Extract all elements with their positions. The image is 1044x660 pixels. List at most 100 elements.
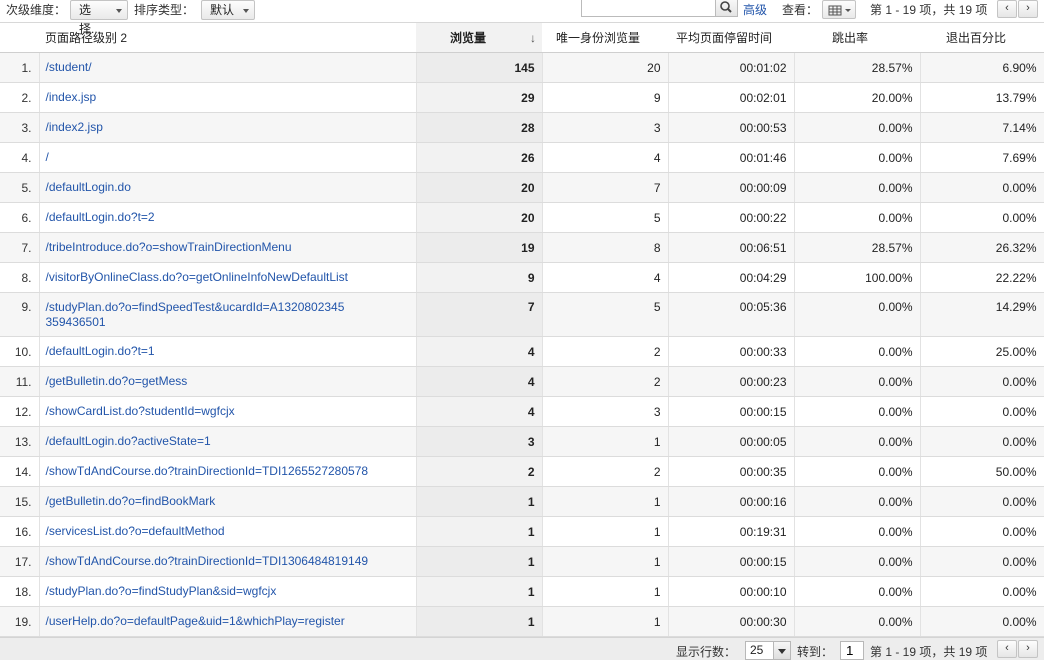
next-page-button[interactable]: › [1018,0,1038,18]
page-path-link[interactable]: /showTdAndCourse.do?trainDirectionId=TDI… [46,464,369,478]
row-path: /index.jsp [39,82,417,113]
header-unique-views[interactable]: 唯一身份浏览量 [542,23,668,53]
row-avg-time: 00:00:33 [668,336,795,367]
row-exit-percent: 50.00% [920,456,1044,487]
row-path: /defaultLogin.do?t=2 [39,202,417,233]
footer-prev-page-button[interactable]: ‹ [997,640,1017,658]
sort-type-value: 默认 [210,3,235,17]
table-row: 16./servicesList.do?o=defaultMethod 1 1 00:… [0,516,1044,547]
row-bounce-rate: 0.00% [794,172,921,203]
row-index: 9. [0,292,40,337]
table-row: 4. / 26 4 00:01:46 0.00% 7.69% [0,142,1044,173]
row-unique-views: 3 [542,396,669,427]
search-button[interactable] [716,0,738,17]
row-unique-views: 5 [542,292,669,337]
page-path-link[interactable]: /getBulletin.do?o=getMess [46,374,188,388]
table-header-row: 页面路径级别 2 浏览量 ↓ 唯一身份浏览量 平均页面停留时间 跳出率 退出百分… [0,23,1044,53]
page-path-link[interactable]: /studyPlan.do?o=findSpeedTest&ucardId=A1… [46,300,346,330]
row-index: 12. [0,396,40,427]
chevron-right-icon: › [1026,2,1030,14]
table-row: 10. /defaultLogin.do?t=1 4 2 00:00:33 0.00% 25… [0,336,1044,367]
row-unique-views: 1 [542,516,669,547]
row-bounce-rate: 0.00% [794,456,921,487]
row-bounce-rate: 0.00% [794,576,921,607]
row-exit-percent: 0.00% [920,366,1044,397]
prev-page-button[interactable]: ‹ [997,0,1017,18]
row-bounce-rate: 20.00% [794,82,921,113]
advanced-filter-link[interactable]: 高级 [743,1,767,18]
row-avg-time: 00:00:30 [668,606,795,637]
header-views[interactable]: 浏览量 ↓ [416,23,542,53]
row-bounce-rate: 0.00% [794,366,921,397]
search-icon [720,1,732,13]
table-row: 3. /index2.jsp 28 3 00:00:53 0.00% 7.14% [0,112,1044,143]
row-unique-views: 5 [542,202,669,233]
table-footer: 显示行数： 25 转到： 第 1 - 19 项，共 19 项 ‹ › [0,637,1044,660]
row-views: 7 [416,292,543,337]
row-avg-time: 00:00:10 [668,576,795,607]
row-path: /defaultLogin.do [39,172,417,203]
row-unique-views: 3 [542,112,669,143]
row-index: 7. [0,232,40,263]
row-views: 19 [416,232,543,263]
sort-type-select[interactable]: 默认 [201,0,255,20]
row-exit-percent: 14.29% [920,292,1044,337]
page-path-link[interactable]: /index.jsp [46,90,97,104]
header-index [0,23,39,53]
row-bounce-rate: 0.00% [794,546,921,577]
row-unique-views: 1 [542,576,669,607]
page-path-link[interactable]: /visitorByOnlineClass.do?o=getOnlineInfo… [46,270,349,284]
secondary-dimension-select[interactable]: 选择... [70,0,128,36]
row-index: 10. [0,336,40,367]
row-avg-time: 00:00:05 [668,426,795,457]
header-exit-percent[interactable]: 退出百分比 [920,23,1044,53]
row-path: /getBulletin.do?o=getMess [39,366,417,397]
row-index: 14. [0,456,40,487]
table-row: 1. /student/145 20 00:01:02 28.57% 6.90% [0,52,1044,83]
table-row: 15./getBulletin.do?o=findBookMark 1 1 00:00… [0,486,1044,517]
row-avg-time: 00:00:22 [668,202,795,233]
row-avg-time: 00:00:16 [668,486,795,517]
row-views: 26 [416,142,543,173]
page-path-link[interactable]: /defaultLogin.do?t=1 [46,344,155,358]
page-path-link[interactable]: /student/ [46,60,92,74]
page-path-link[interactable]: /showTdAndCourse.do?trainDirectionId=TDI… [46,554,369,568]
page-path-link[interactable]: /tribeIntroduce.do?o=showTrainDirectionM… [46,240,292,254]
header-avg-time[interactable]: 平均页面停留时间 [668,23,794,53]
header-bounce-rate[interactable]: 跳出率 [794,23,920,53]
row-path: /studyPlan.do?o=findSpeedTest&ucardId=A1… [39,292,417,337]
row-views: 1 [416,516,543,547]
pager-text: 第 1 - 19 项，共 19 项 [870,3,988,17]
page-path-link[interactable]: /defaultLogin.do?t=2 [46,210,155,224]
row-unique-views: 1 [542,486,669,517]
goto-page-input[interactable] [840,641,864,660]
table-row: 2. /index.jsp 29 9 00:02:01 20.00% 13.79% [0,82,1044,113]
page-path-link[interactable]: /defaultLogin.do [46,180,131,194]
page-path-link[interactable]: /defaultLogin.do?activeState=1 [46,434,211,448]
page-path-link[interactable]: /showCardList.do?studentId=wgfcjx [46,404,235,418]
row-path: /tribeIntroduce.do?o=showTrainDirectionM… [39,232,417,263]
row-views: 4 [416,366,543,397]
row-bounce-rate: 0.00% [794,336,921,367]
table-view-icon [828,5,851,16]
page-path-link[interactable]: /getBulletin.do?o=findBookMark [46,494,216,508]
page-path-link[interactable]: /userHelp.do?o=defaultPage&uid=1&whichPl… [46,614,345,628]
view-label: 查看： [782,3,819,17]
footer-next-page-button[interactable]: › [1018,640,1038,658]
page-path-link[interactable]: / [46,150,49,164]
row-exit-percent: 0.00% [920,172,1044,203]
page-path-link[interactable]: /servicesList.do?o=defaultMethod [46,524,225,538]
row-unique-views: 1 [542,546,669,577]
page-path-link[interactable]: /studyPlan.do?o=findStudyPlan&sid=wgfcjx [46,584,277,598]
view-select[interactable] [822,0,856,19]
row-avg-time: 00:19:31 [668,516,795,547]
header-views-label: 浏览量 [450,31,487,45]
row-bounce-rate: 0.00% [794,606,921,637]
table-row: 14. /showTdAndCourse.do?trainDirectionId=… [0,456,1044,487]
row-unique-views: 2 [542,366,669,397]
search-input[interactable] [581,0,716,17]
rows-per-page-select[interactable]: 25 [745,641,791,660]
row-views: 1 [416,576,543,607]
page-path-link[interactable]: /index2.jsp [46,120,103,134]
row-exit-percent: 7.69% [920,142,1044,173]
